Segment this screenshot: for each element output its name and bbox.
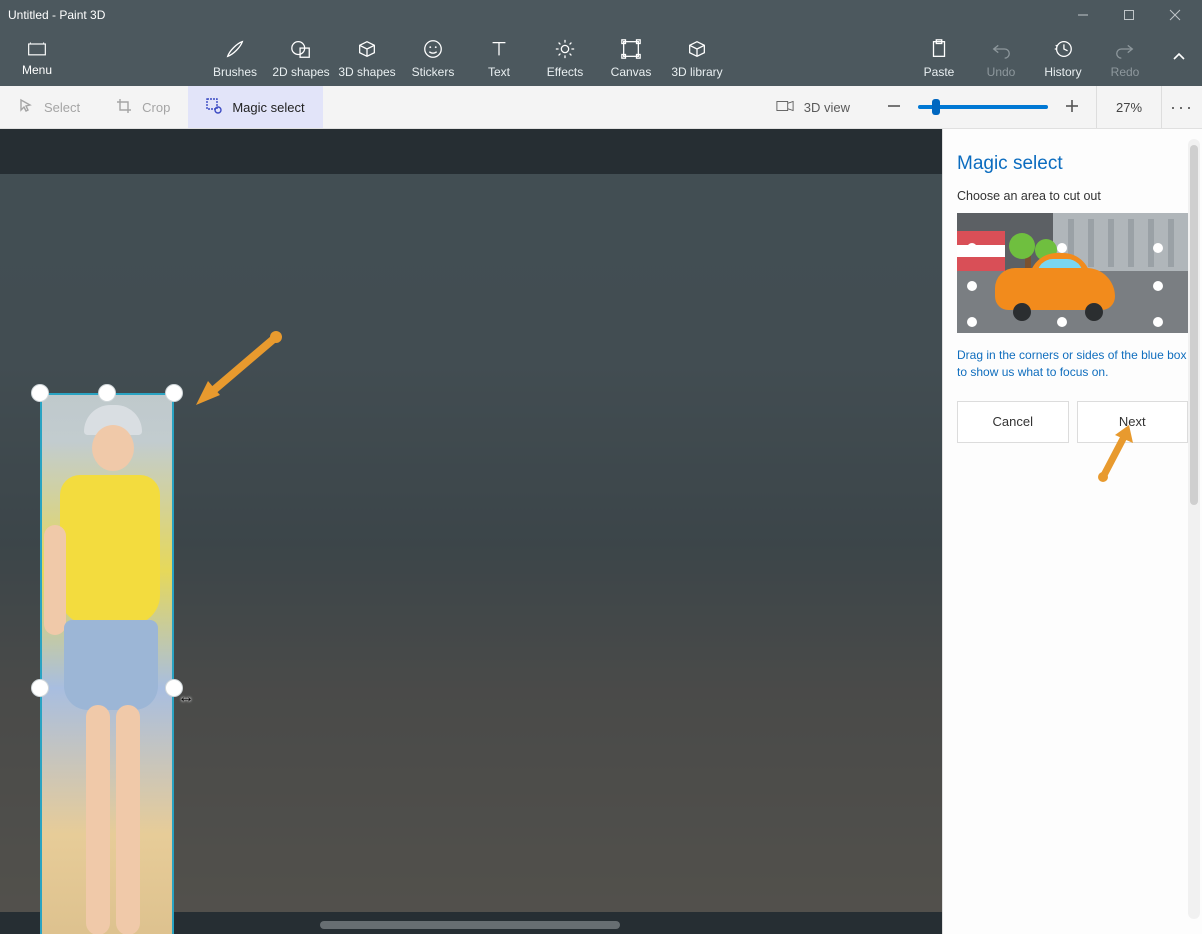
tool-paste-label: Paste <box>924 65 955 79</box>
undo-icon <box>990 38 1012 63</box>
zoom-controls <box>870 86 1096 128</box>
magic-select-icon <box>206 98 222 117</box>
view-3d-label: 3D view <box>804 100 850 115</box>
zoom-out-button[interactable] <box>880 98 908 117</box>
view-3d-toggle[interactable]: 3D view <box>756 86 870 128</box>
tool-3d-library[interactable]: 3D library <box>664 30 730 86</box>
tool-undo[interactable]: Undo <box>970 30 1032 86</box>
brush-icon <box>224 38 246 63</box>
work-area: ↔ Magic select Choose an area to cut out <box>0 129 1202 934</box>
next-button[interactable]: Next <box>1077 401 1189 443</box>
selection-handle-tl[interactable] <box>31 384 49 402</box>
view-3d-icon <box>776 99 794 116</box>
zoom-percentage[interactable]: 27% <box>1096 86 1161 128</box>
tool-select[interactable]: Select <box>0 86 98 128</box>
tool-redo[interactable]: Redo <box>1094 30 1156 86</box>
plus-icon <box>1064 98 1080 117</box>
ribbon-expand-button[interactable] <box>1156 30 1202 86</box>
zoom-in-button[interactable] <box>1058 98 1086 117</box>
cancel-button-label: Cancel <box>993 414 1033 429</box>
cursor-icon <box>18 98 34 117</box>
canvas-icon <box>620 38 642 63</box>
tool-3d-library-label: 3D library <box>671 65 722 79</box>
tool-2d-shapes-label: 2D shapes <box>272 65 329 79</box>
selection-handle-ml[interactable] <box>31 679 49 697</box>
tool-magic-select-label: Magic select <box>232 100 304 115</box>
text-icon <box>488 38 510 63</box>
window-maximize-button[interactable] <box>1106 0 1152 30</box>
redo-icon <box>1114 38 1136 63</box>
panel-title: Magic select <box>957 153 1188 175</box>
side-panel-scrollbar[interactable] <box>1188 139 1200 919</box>
selection-handle-tm[interactable] <box>98 384 116 402</box>
library-3d-icon <box>686 38 708 63</box>
resize-cursor-icon: ↔ <box>178 689 194 707</box>
tool-history-label: History <box>1044 65 1081 79</box>
tool-crop-label: Crop <box>142 100 170 115</box>
menu-icon <box>27 40 47 61</box>
menu-button[interactable]: Menu <box>0 30 74 86</box>
tool-3d-shapes[interactable]: 3D shapes <box>334 30 400 86</box>
canvas-horizontal-scrollbar[interactable] <box>320 921 620 929</box>
tool-3d-shapes-label: 3D shapes <box>338 65 395 79</box>
shapes-3d-icon <box>356 38 378 63</box>
ribbon-right-tools: Paste Undo History Redo <box>908 30 1202 86</box>
window-minimize-button[interactable] <box>1060 0 1106 30</box>
panel-hint-secondary: Drag in the corners or sides of the blue… <box>957 347 1188 381</box>
history-icon <box>1052 38 1074 63</box>
panel-illustration <box>957 213 1188 333</box>
cancel-button[interactable]: Cancel <box>957 401 1069 443</box>
tool-paste[interactable]: Paste <box>908 30 970 86</box>
title-bar: Untitled - Paint 3D <box>0 0 1202 30</box>
tool-brushes-label: Brushes <box>213 65 257 79</box>
paste-icon <box>928 38 950 63</box>
tool-history[interactable]: History <box>1032 30 1094 86</box>
window-close-button[interactable] <box>1152 0 1198 30</box>
window-controls <box>1060 0 1198 30</box>
selection-handle-tr[interactable] <box>165 384 183 402</box>
crop-icon <box>116 98 132 117</box>
tool-2d-shapes[interactable]: 2D shapes <box>268 30 334 86</box>
tool-text-label: Text <box>488 65 510 79</box>
tool-canvas-label: Canvas <box>611 65 652 79</box>
tool-magic-select[interactable]: Magic select <box>188 86 322 128</box>
effects-icon <box>554 38 576 63</box>
tool-redo-label: Redo <box>1111 65 1140 79</box>
tool-effects-label: Effects <box>547 65 583 79</box>
shapes-2d-icon <box>290 38 312 63</box>
stickers-icon <box>422 38 444 63</box>
side-panel-magic-select: Magic select Choose an area to cut out <box>942 129 1202 934</box>
tool-effects[interactable]: Effects <box>532 30 598 86</box>
chevron-up-icon <box>1171 49 1187 68</box>
ribbon-center-tools: Brushes 2D shapes 3D shapes Stickers Tex… <box>202 30 730 86</box>
tool-undo-label: Undo <box>987 65 1016 79</box>
tool-stickers-label: Stickers <box>412 65 455 79</box>
panel-hint-primary: Choose an area to cut out <box>957 189 1188 203</box>
tool-crop[interactable]: Crop <box>98 86 188 128</box>
next-button-label: Next <box>1119 414 1146 429</box>
panel-button-row: Cancel Next <box>957 401 1188 443</box>
window-title: Untitled - Paint 3D <box>8 8 1060 22</box>
minus-icon <box>886 98 902 117</box>
ellipsis-icon: ··· <box>1170 97 1194 118</box>
tool-text[interactable]: Text <box>466 30 532 86</box>
ribbon-toolbar: Menu Brushes 2D shapes 3D shapes Sticker… <box>0 30 1202 86</box>
selection-rect[interactable] <box>40 393 174 934</box>
canvas-area[interactable]: ↔ <box>0 129 942 934</box>
tool-select-label: Select <box>44 100 80 115</box>
tool-canvas[interactable]: Canvas <box>598 30 664 86</box>
menu-label: Menu <box>22 63 52 77</box>
more-options-button[interactable]: ··· <box>1161 86 1202 128</box>
tool-brushes[interactable]: Brushes <box>202 30 268 86</box>
sub-toolbar: Select Crop Magic select 3D view 27% ··· <box>0 86 1202 129</box>
tool-stickers[interactable]: Stickers <box>400 30 466 86</box>
zoom-slider[interactable] <box>918 105 1048 109</box>
